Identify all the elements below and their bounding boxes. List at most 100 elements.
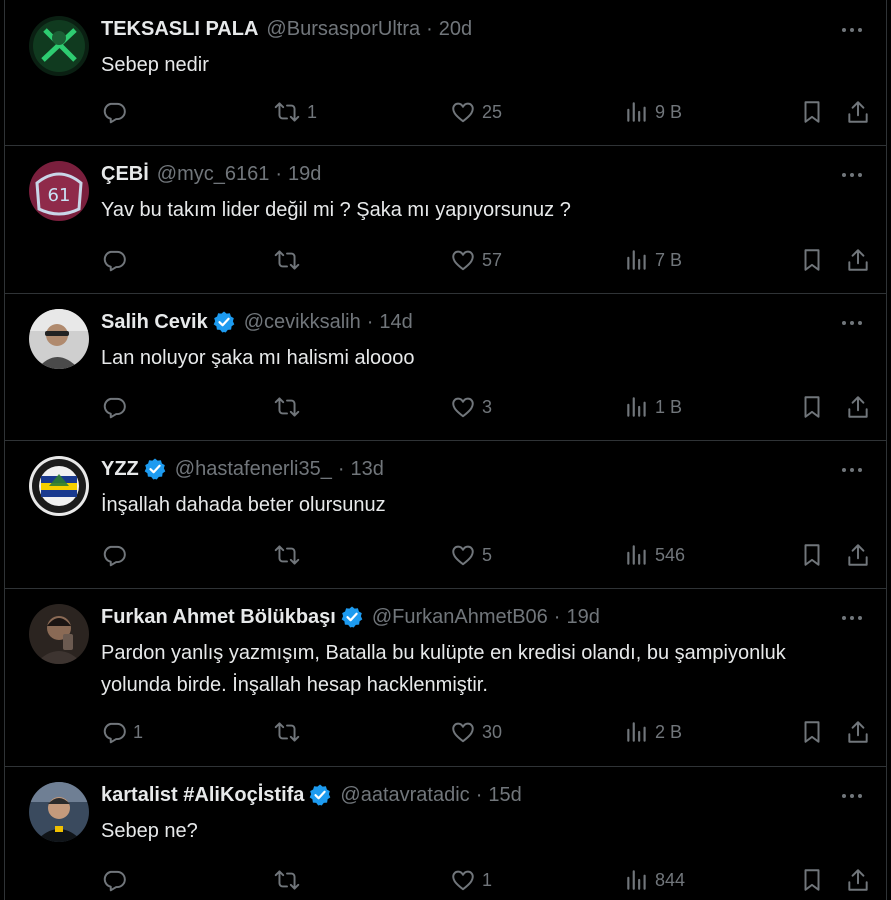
share-icon	[848, 396, 868, 418]
views-button[interactable]: 1 B	[625, 393, 682, 421]
retweet-button[interactable]	[273, 718, 307, 746]
bookmark-button[interactable]	[800, 393, 824, 421]
avatar[interactable]	[29, 782, 89, 842]
avatar[interactable]	[29, 309, 89, 369]
like-button[interactable]: 30	[450, 718, 502, 746]
like-button[interactable]: 3	[450, 393, 492, 421]
heart-icon	[452, 250, 474, 271]
author-handle[interactable]: @aatavratadic	[340, 783, 469, 807]
tweet-age[interactable]: 15d	[488, 783, 521, 807]
more-icon[interactable]	[840, 18, 864, 42]
tweet[interactable]: TEKSASLI PALA @BursasporUltra · 20d Sebe…	[5, 0, 886, 146]
svg-text:61: 61	[48, 185, 71, 206]
tweet-text: Sebep ne?	[101, 820, 198, 842]
share-button[interactable]	[845, 541, 871, 569]
like-count: 1	[482, 869, 493, 890]
more-icon[interactable]	[840, 784, 864, 808]
author-name[interactable]: Furkan Ahmet Bölükbaşı	[101, 605, 336, 629]
like-button[interactable]: 57	[450, 246, 502, 274]
views-button[interactable]: 546	[625, 541, 685, 569]
views-count: 7 B	[655, 249, 683, 270]
retweet-button[interactable]: 1	[273, 98, 317, 126]
reply-button[interactable]: 1	[101, 718, 143, 746]
like-count: 3	[482, 396, 493, 417]
author-name[interactable]: kartalist #AliKoçİstifa	[101, 783, 304, 807]
tweet[interactable]: Furkan Ahmet Bölükbaşı @FurkanAhmetB06 ·…	[5, 588, 886, 767]
tweet-text: İnşallah dahada beter olursunuz	[101, 494, 386, 516]
action-bar: 5 546	[5, 541, 886, 569]
more-icon[interactable]	[840, 311, 864, 335]
bookmark-icon	[804, 101, 820, 123]
reply-button[interactable]	[101, 246, 133, 274]
author-handle[interactable]: @BursasporUltra	[266, 17, 420, 41]
tweet-age[interactable]: 13d	[351, 457, 384, 481]
like-button[interactable]: 5	[450, 541, 492, 569]
views-button[interactable]: 9 B	[625, 98, 682, 126]
author-name[interactable]: ÇEBİ	[101, 162, 149, 186]
retweet-icon	[274, 722, 300, 742]
retweet-icon	[274, 397, 300, 417]
like-count: 5	[482, 544, 493, 565]
retweet-button[interactable]	[273, 246, 307, 274]
bookmark-button[interactable]	[800, 246, 824, 274]
avatar[interactable]	[29, 456, 89, 516]
avatar[interactable]	[29, 16, 89, 76]
reply-button[interactable]	[101, 393, 133, 421]
reply-button[interactable]	[101, 541, 133, 569]
reply-button[interactable]	[101, 98, 133, 126]
share-button[interactable]	[845, 866, 871, 894]
author-name[interactable]: Salih Cevik	[101, 310, 208, 334]
tweet-text: Pardon yanlış yazmışım, Batalla bu kulüp…	[101, 642, 786, 696]
author-handle[interactable]: @myc_6161	[157, 162, 270, 186]
more-icon[interactable]	[840, 606, 864, 630]
share-icon	[848, 721, 868, 743]
retweet-icon	[274, 250, 300, 270]
share-button[interactable]	[845, 98, 871, 126]
author-name[interactable]: YZZ	[101, 457, 139, 481]
reply-button[interactable]	[101, 866, 133, 894]
tweet-text: Sebep nedir	[101, 54, 209, 76]
bookmark-icon	[804, 544, 820, 566]
share-button[interactable]	[845, 393, 871, 421]
more-icon[interactable]	[840, 458, 864, 482]
tweet[interactable]: YZZ @hastafenerli35_ · 13d İnşallah daha…	[5, 440, 886, 589]
heart-icon	[452, 102, 474, 123]
tweet[interactable]: kartalist #AliKoçİstifa @aatavratadic · …	[5, 766, 886, 900]
separator-dot: ·	[475, 784, 483, 806]
reply-timeline: TEKSASLI PALA @BursasporUltra · 20d Sebe…	[4, 0, 887, 900]
share-button[interactable]	[845, 718, 871, 746]
avatar[interactable]: 61	[29, 161, 89, 221]
views-button[interactable]: 2 B	[625, 718, 682, 746]
tweet-age[interactable]: 14d	[379, 310, 412, 334]
heart-icon	[452, 870, 474, 891]
bookmark-button[interactable]	[800, 866, 824, 894]
separator-dot: ·	[553, 606, 561, 628]
more-icon[interactable]	[840, 163, 864, 187]
tweet[interactable]: Salih Cevik @cevikksalih · 14d Lan noluy…	[5, 293, 886, 441]
tweet-age[interactable]: 19d	[566, 605, 599, 629]
tweet-age[interactable]: 19d	[288, 162, 321, 186]
retweet-icon	[274, 870, 300, 890]
like-button[interactable]: 25	[450, 98, 502, 126]
retweet-button[interactable]	[273, 393, 307, 421]
share-button[interactable]	[845, 246, 871, 274]
heart-icon	[452, 545, 474, 566]
bookmark-button[interactable]	[800, 98, 824, 126]
views-icon	[627, 397, 646, 417]
tweet[interactable]: 61 ÇEBİ @myc_6161 · 19d Yav bu takım lid…	[5, 145, 886, 294]
retweet-button[interactable]	[273, 866, 307, 894]
author-handle[interactable]: @hastafenerli35_	[175, 457, 332, 481]
bookmark-button[interactable]	[800, 718, 824, 746]
author-name[interactable]: TEKSASLI PALA	[101, 17, 258, 41]
share-icon	[848, 249, 868, 271]
like-button[interactable]: 1	[450, 866, 492, 894]
author-handle[interactable]: @cevikksalih	[244, 310, 361, 334]
avatar[interactable]	[29, 604, 89, 664]
views-button[interactable]: 7 B	[625, 246, 682, 274]
bookmark-button[interactable]	[800, 541, 824, 569]
views-button[interactable]: 844	[625, 866, 685, 894]
author-handle[interactable]: @FurkanAhmetB06	[372, 605, 548, 629]
tweet-text: Lan noluyor şaka mı halismi aloooo	[101, 347, 415, 369]
tweet-age[interactable]: 20d	[439, 17, 472, 41]
retweet-button[interactable]	[273, 541, 307, 569]
